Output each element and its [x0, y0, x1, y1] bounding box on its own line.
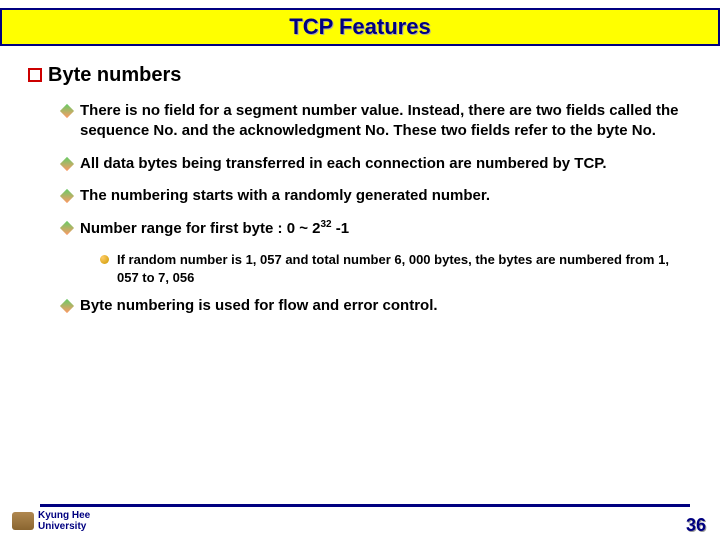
- footer-divider: [40, 504, 690, 507]
- slide-content: Byte numbers There is no field for a seg…: [0, 46, 720, 317]
- bullet-text: All data bytes being transferred in each…: [80, 154, 607, 174]
- square-bullet-icon: [28, 68, 42, 82]
- diamond-bullet-icon: [60, 156, 74, 170]
- university-line1: Kyung Hee: [38, 510, 90, 521]
- range-suffix: -1: [332, 220, 350, 237]
- list-item: There is no field for a segment number v…: [62, 101, 692, 142]
- list-item: All data bytes being transferred in each…: [62, 154, 692, 174]
- heading-text: Byte numbers: [48, 64, 181, 87]
- diamond-bullet-icon: [60, 221, 74, 235]
- bullet-text: There is no field for a segment number v…: [80, 101, 692, 142]
- university-line2: University: [38, 521, 90, 532]
- title-bar: TCP Features: [0, 8, 720, 46]
- list-item: Number range for first byte : 0 ~ 232 -1: [62, 218, 692, 239]
- page-number: 36: [686, 515, 706, 536]
- university-logo: Kyung Hee University: [12, 510, 90, 532]
- bullet-text: Number range for first byte : 0 ~ 232 -1: [80, 218, 349, 239]
- list-item: The numbering starts with a randomly gen…: [62, 186, 692, 206]
- slide-title: TCP Features: [289, 14, 430, 39]
- diamond-bullet-icon: [60, 299, 74, 313]
- circle-bullet-icon: [100, 255, 109, 264]
- list-item: Byte numbering is used for flow and erro…: [62, 296, 692, 316]
- diamond-bullet-icon: [60, 104, 74, 118]
- section-heading: Byte numbers: [28, 64, 692, 87]
- range-exponent: 32: [320, 219, 331, 230]
- range-prefix: Number range for first byte : 0 ~ 2: [80, 220, 320, 237]
- sub-list-item: If random number is 1, 057 and total num…: [100, 251, 692, 286]
- slide-footer: Kyung Hee University 36: [0, 498, 720, 538]
- logo-mark-icon: [12, 512, 34, 530]
- diamond-bullet-icon: [60, 189, 74, 203]
- bullet-text: The numbering starts with a randomly gen…: [80, 186, 490, 206]
- sub-bullet-text: If random number is 1, 057 and total num…: [117, 251, 692, 286]
- bullet-text: Byte numbering is used for flow and erro…: [80, 296, 438, 316]
- university-name: Kyung Hee University: [38, 510, 90, 532]
